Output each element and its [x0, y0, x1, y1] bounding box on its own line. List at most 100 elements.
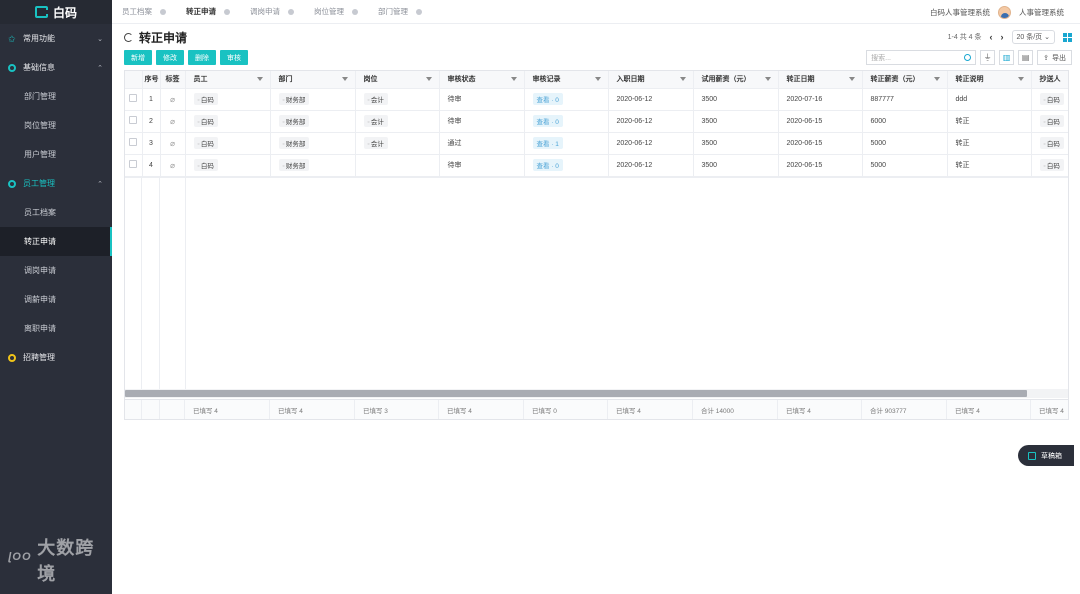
- refresh-icon[interactable]: [124, 32, 133, 42]
- close-icon[interactable]: [224, 8, 230, 15]
- table-row[interactable]: 4 ⌀ 白码 财务部 待审 查看 · 0 2020-06-12 3500 202…: [125, 154, 1068, 177]
- avatar[interactable]: [998, 5, 1011, 19]
- prev-page-icon[interactable]: ‹: [990, 32, 993, 42]
- header-note[interactable]: 转正说明: [947, 71, 1032, 89]
- cc-tag[interactable]: 白码: [1039, 159, 1064, 171]
- table-summary-row: 已填写 4 已填写 4 已填写 3 已填写 4 已填写 0 已填写 4 合计 1…: [125, 399, 1068, 419]
- page-size-select[interactable]: 20 条/页 ⌄: [1011, 30, 1055, 44]
- next-page-icon[interactable]: ›: [1001, 32, 1004, 42]
- row-checkbox[interactable]: [129, 94, 138, 102]
- record-link[interactable]: 查看 · 0: [532, 159, 563, 171]
- close-icon[interactable]: [160, 8, 166, 15]
- table-row[interactable]: 1 ⌀ 白码 财务部 会计 待审 查看 · 0 2020-06-12 3500 …: [125, 88, 1068, 111]
- brand-mark-icon: [34, 6, 48, 18]
- department-tag[interactable]: 财务部: [278, 93, 310, 105]
- sidebar-item-users[interactable]: 用户管理: [0, 140, 112, 169]
- sidebar-item-positions[interactable]: 岗位管理: [0, 111, 112, 140]
- tab-regularization[interactable]: 转正申请: [176, 0, 240, 24]
- employee-tag[interactable]: 白码: [193, 137, 218, 149]
- summary-cell: 已填写 4: [947, 400, 1031, 419]
- employee-tag[interactable]: 白码: [193, 93, 218, 105]
- nav-group-basic-info[interactable]: 基础信息 ⌃: [0, 53, 112, 82]
- cc-tag[interactable]: 白码: [1039, 137, 1064, 149]
- export-button[interactable]: ⇪ 导出: [1037, 50, 1072, 65]
- draft-box-button[interactable]: 草稿箱: [1018, 445, 1074, 466]
- toolbar: 新增 修改 删除 审核 搜索... ⏚ ▥ ▤ ⇪ 导出: [124, 50, 1072, 66]
- regular-date-cell: 2020-06-15: [778, 154, 863, 177]
- tag-icon[interactable]: ⌀: [170, 161, 175, 170]
- search-input[interactable]: 搜索...: [866, 50, 977, 65]
- header-department[interactable]: 部门: [270, 71, 356, 89]
- tab-employee-files[interactable]: 员工档案: [112, 0, 176, 24]
- review-button[interactable]: 审核: [220, 50, 248, 65]
- summary-cell: 已填写 4: [270, 400, 355, 419]
- row-checkbox[interactable]: [129, 138, 138, 146]
- tab-transfer[interactable]: 调岗申请: [240, 0, 304, 24]
- cc-tag[interactable]: 白码: [1039, 115, 1064, 127]
- close-icon[interactable]: [352, 8, 358, 15]
- record-link[interactable]: 查看 · 0: [532, 93, 563, 105]
- close-icon[interactable]: [288, 8, 294, 15]
- sidebar-item-departments[interactable]: 部门管理: [0, 82, 112, 111]
- chart-icon[interactable]: ▥: [999, 50, 1015, 65]
- header-regular-date[interactable]: 转正日期: [778, 71, 863, 89]
- close-icon[interactable]: [416, 8, 422, 15]
- header-regular-salary[interactable]: 转正薪资（元）: [862, 71, 948, 89]
- header-cc[interactable]: 抄送人: [1031, 71, 1068, 89]
- edit-button[interactable]: 修改: [156, 50, 184, 65]
- row-checkbox[interactable]: [129, 160, 138, 168]
- toolbar-right: 搜索... ⏚ ▥ ▤ ⇪ 导出: [866, 50, 1072, 65]
- grid-view-icon[interactable]: [1063, 32, 1072, 42]
- employee-tag[interactable]: 白码: [193, 159, 218, 171]
- sidebar-item-regularization[interactable]: 转正申请: [0, 227, 112, 256]
- header-trial-salary[interactable]: 试用薪资（元）: [693, 71, 779, 89]
- department-tag[interactable]: 财务部: [278, 159, 310, 171]
- record-link[interactable]: 查看 · 1: [532, 137, 563, 149]
- scrollbar-thumb[interactable]: [125, 390, 1027, 397]
- cc-tag[interactable]: 白码: [1039, 93, 1064, 105]
- tab-positions[interactable]: 岗位管理: [304, 0, 368, 24]
- summary-cell: 合计 903777: [862, 400, 947, 419]
- nav-group-recruitment[interactable]: 招聘管理: [0, 343, 112, 372]
- department-tag[interactable]: 财务部: [278, 137, 310, 149]
- delete-button[interactable]: 删除: [188, 50, 216, 65]
- user-name[interactable]: 人事管理系统: [1019, 7, 1064, 18]
- sidebar-item-transfer[interactable]: 调岗申请: [0, 256, 112, 285]
- add-button[interactable]: 新增: [124, 50, 152, 65]
- sidebar-item-salary-adjust[interactable]: 调薪申请: [0, 285, 112, 314]
- row-no: 2: [142, 110, 161, 133]
- record-link[interactable]: 查看 · 0: [532, 115, 563, 127]
- tag-icon[interactable]: ⌀: [170, 95, 175, 104]
- header-join-date[interactable]: 入职日期: [608, 71, 694, 89]
- sidebar-item-employee-files[interactable]: 员工档案: [0, 198, 112, 227]
- header-record[interactable]: 审核记录: [524, 71, 609, 89]
- row-no: 3: [142, 132, 161, 155]
- position-tag[interactable]: 会计: [363, 137, 388, 149]
- brand-logo[interactable]: 白码: [0, 0, 112, 24]
- row-checkbox[interactable]: [129, 116, 138, 124]
- employee-tag[interactable]: 白码: [193, 115, 218, 127]
- nav-group-common[interactable]: ✩ 常用功能 ⌄: [0, 24, 112, 53]
- tag-icon[interactable]: ⌀: [170, 117, 175, 126]
- tab-departments[interactable]: 部门管理: [368, 0, 432, 24]
- summary-cell: 已填写 4: [778, 400, 862, 419]
- nav-group-employees[interactable]: 员工管理 ⌃: [0, 169, 112, 198]
- upload-icon: ⇪: [1043, 54, 1049, 62]
- header-no: 序号: [142, 71, 161, 89]
- table-row[interactable]: 3 ⌀ 白码 财务部 会计 通过 查看 · 1 2020-06-12 3500 …: [125, 132, 1068, 155]
- search-icon[interactable]: [964, 54, 972, 61]
- position-tag[interactable]: 会计: [363, 93, 388, 105]
- sidebar-item-resignation[interactable]: 离职申请: [0, 314, 112, 343]
- header-status[interactable]: 审核状态: [439, 71, 525, 89]
- tab-bar: 员工档案 转正申请 调岗申请 岗位管理 部门管理 白码人事管理系统 人事管理系统: [112, 0, 1080, 24]
- table-settings-icon[interactable]: ▤: [1018, 50, 1034, 65]
- table-row[interactable]: 2 ⌀ 白码 财务部 会计 待审 查看 · 0 2020-06-12 3500 …: [125, 110, 1068, 133]
- filter-icon[interactable]: ⏚: [980, 50, 996, 65]
- tag-icon[interactable]: ⌀: [170, 139, 175, 148]
- regular-salary-cell: 887777: [862, 88, 948, 111]
- header-employee[interactable]: 员工: [185, 71, 271, 89]
- horizontal-scrollbar[interactable]: [125, 389, 1068, 398]
- header-position[interactable]: 岗位: [355, 71, 440, 89]
- position-tag[interactable]: 会计: [363, 115, 388, 127]
- department-tag[interactable]: 财务部: [278, 115, 310, 127]
